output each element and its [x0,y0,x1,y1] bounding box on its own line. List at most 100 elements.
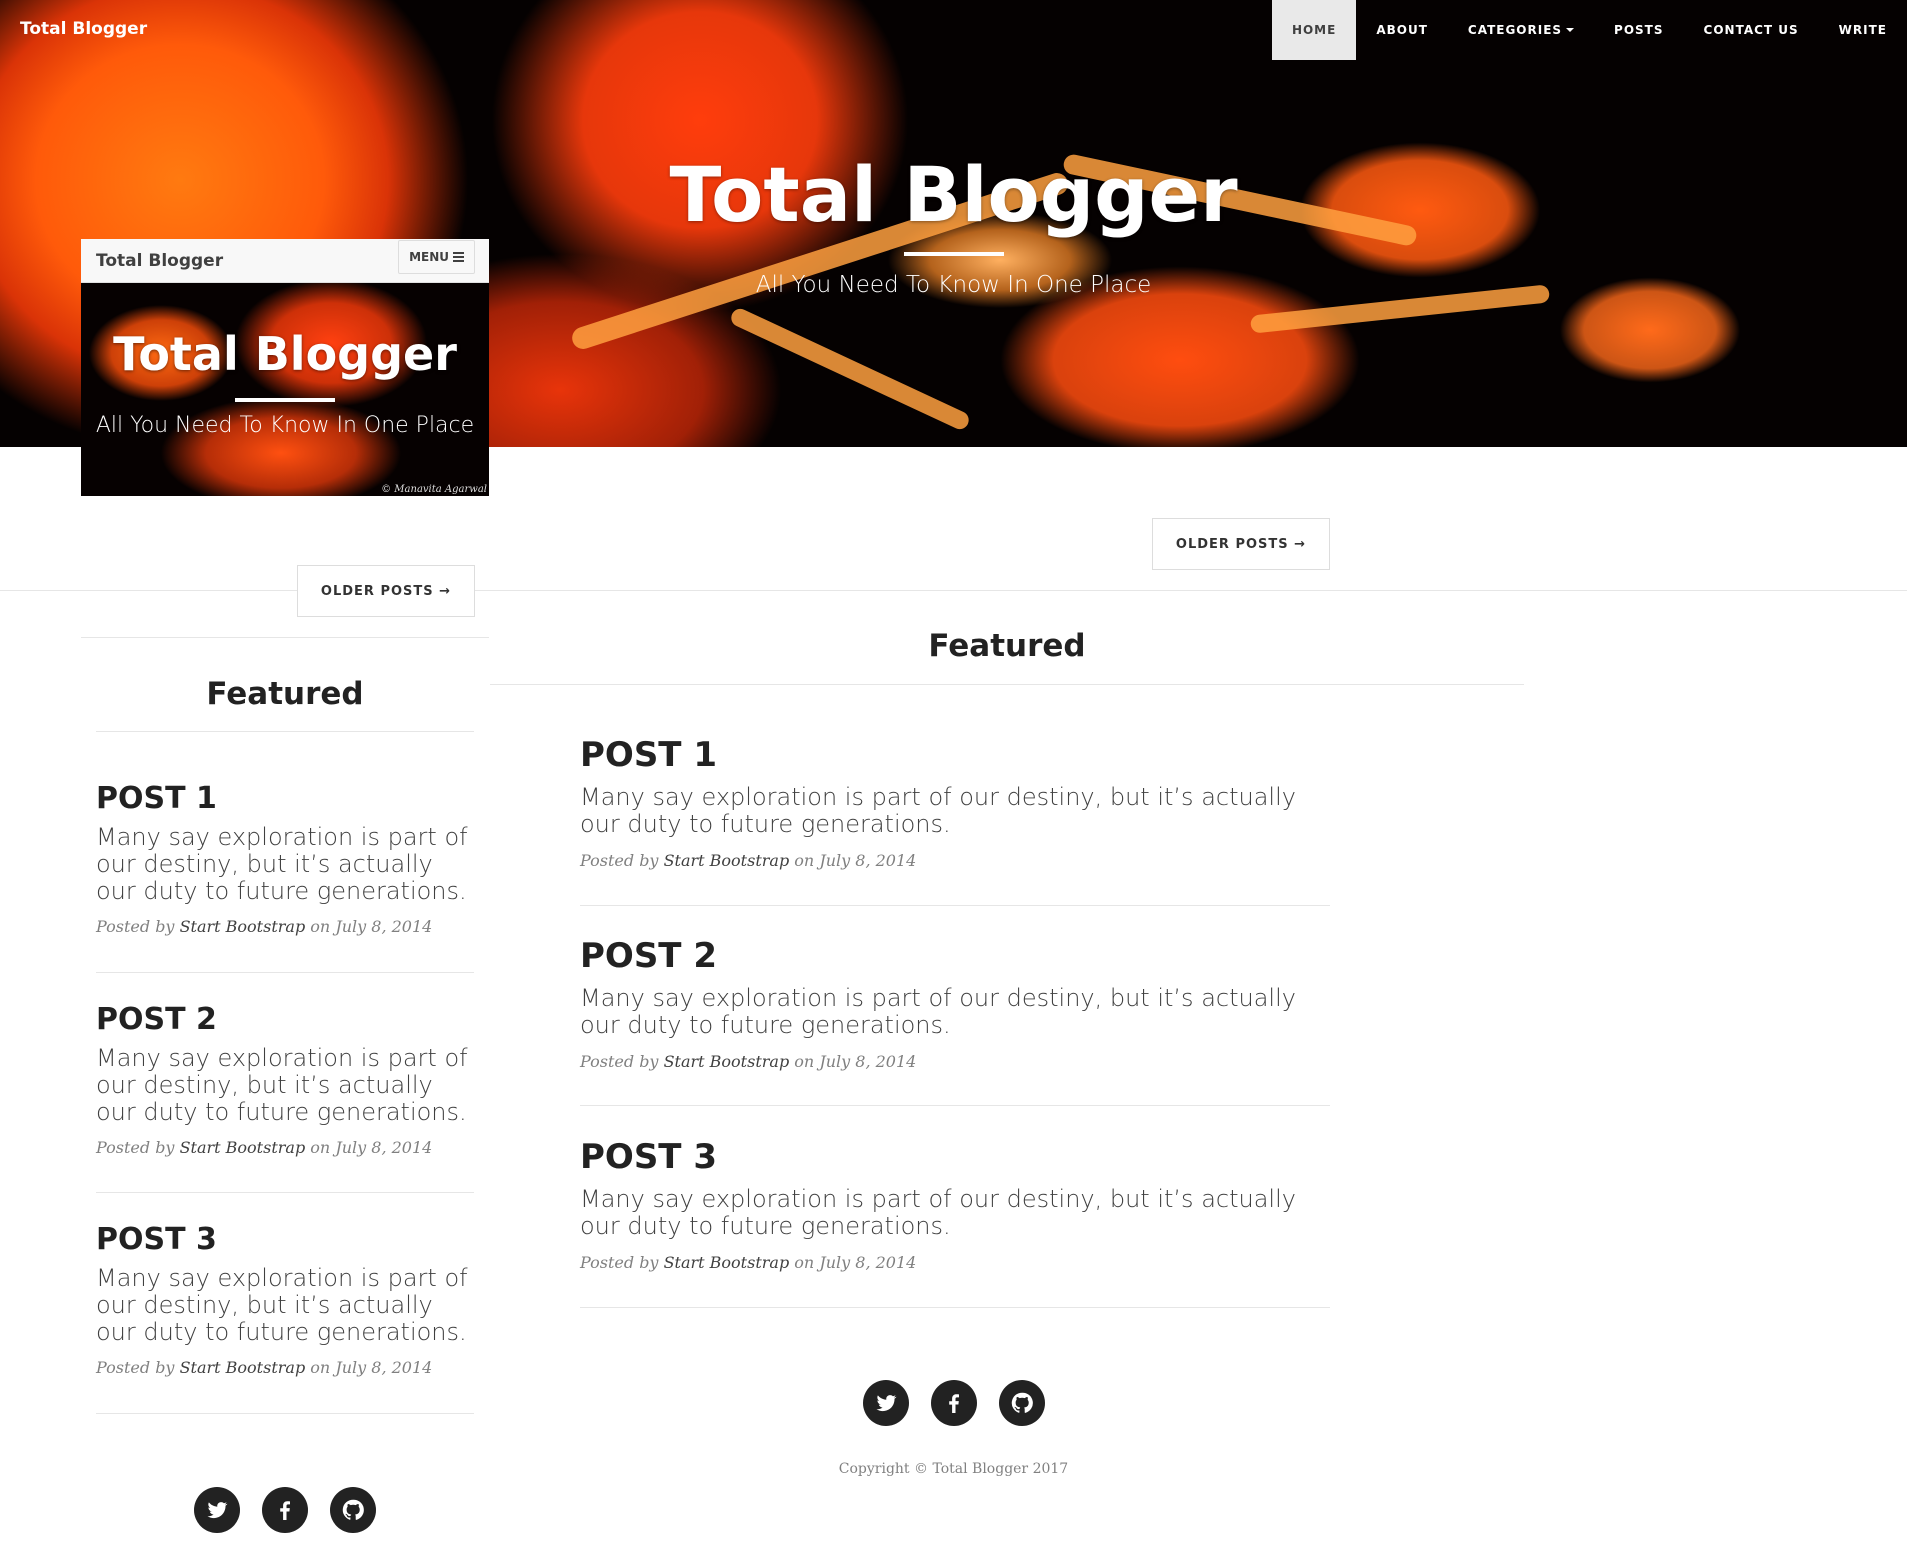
mobile-menu-button[interactable]: MENU [398,240,475,274]
mobile-heading-divider [235,398,335,402]
mobile-social-links [194,1487,376,1533]
post-date: July 8, 2014 [819,1253,917,1272]
mobile-navbar-brand[interactable]: Total Blogger [96,251,223,271]
post-divider [580,905,1330,906]
post-author-link[interactable]: Start Bootstrap [180,1358,306,1377]
post-title[interactable]: POST 3 [580,1137,1330,1177]
post-date: July 8, 2014 [819,851,917,870]
mobile-preview-hero: Total Blogger All You Need To Know In On… [81,283,489,496]
mobile-post-title[interactable]: POST 1 [96,782,476,816]
mobile-post-excerpt[interactable]: Many say exploration is part of our dest… [96,1045,476,1126]
mobile-post-divider [96,972,474,973]
mobile-post-meta: Posted by Start Bootstrap on July 8, 201… [96,1358,476,1377]
nav-item-categories-label: CATEGORIES [1467,23,1563,37]
mobile-site-heading: Total Blogger [113,327,457,381]
hero-decoration [728,305,972,433]
mobile-menu-label: MENU [409,250,449,264]
mobile-pager-divider [81,637,489,638]
hamburger-icon [453,252,464,262]
nav-item-about[interactable]: ABOUT [1356,0,1448,60]
mobile-post-meta: Posted by Start Bootstrap on July 8, 201… [96,917,476,936]
twitter-link[interactable] [863,1380,909,1426]
nav-item-contact-us[interactable]: CONTACT US [1684,0,1819,60]
mobile-post-meta: Posted by Start Bootstrap on July 8, 201… [96,1138,476,1157]
featured-heading: Featured [928,628,1086,664]
nav-item-home[interactable]: HOME [1271,0,1357,60]
twitter-icon [207,1502,228,1519]
mobile-preview-navbar: Total Blogger MENU [81,239,489,283]
post-author-link[interactable]: Start Bootstrap [664,1253,790,1272]
site-heading: Total Blogger [669,150,1238,239]
copyright-text: Copyright © Total Blogger 2017 [838,1461,1069,1477]
twitter-link[interactable] [194,1487,240,1533]
navbar-brand[interactable]: Total Blogger [20,19,147,39]
post-author-link[interactable]: Start Bootstrap [180,1138,306,1157]
mobile-post-title[interactable]: POST 2 [96,1003,476,1037]
post-author-link[interactable]: Start Bootstrap [664,851,790,870]
nav-links: HOME ABOUT CATEGORIES POSTS CONTACT US W… [1271,0,1907,60]
post-meta-prefix: Posted by [580,1052,659,1071]
post-title[interactable]: POST 2 [580,936,1330,976]
post-date: July 8, 2014 [819,1052,917,1071]
mobile-featured-divider [96,731,474,732]
post-author-link[interactable]: Start Bootstrap [664,1052,790,1071]
post-meta-prefix: Posted by [96,917,175,936]
post-author-link[interactable]: Start Bootstrap [180,917,306,936]
mobile-post-divider [96,1192,474,1193]
nav-item-write[interactable]: WRITE [1819,0,1907,60]
github-icon [1011,1392,1033,1413]
post-meta-prefix: Posted by [580,1253,659,1272]
post-preview[interactable]: POST 2 Many say exploration is part of o… [580,936,1330,1106]
nav-item-posts[interactable]: POSTS [1594,0,1683,60]
mobile-post-excerpt[interactable]: Many say exploration is part of our dest… [96,1265,476,1346]
post-preview[interactable]: POST 1 Many say exploration is part of o… [580,735,1330,906]
post-meta-on: on [310,1138,331,1157]
mobile-site-subheading: All You Need To Know In One Place [95,413,475,438]
post-meta-on: on [794,1253,815,1272]
post-title[interactable]: POST 1 [580,735,1330,775]
mobile-post-preview[interactable]: POST 2 Many say exploration is part of o… [96,1003,476,1193]
post-date: July 8, 2014 [335,1138,433,1157]
github-icon [342,1499,364,1520]
facebook-icon [949,1394,959,1413]
post-meta-prefix: Posted by [96,1358,175,1377]
post-meta-on: on [794,1052,815,1071]
facebook-icon [280,1501,290,1520]
post-preview[interactable]: POST 3 Many say exploration is part of o… [580,1137,1330,1308]
mobile-older-posts-button[interactable]: OLDER POSTS → [297,565,475,617]
post-meta: Posted by Start Bootstrap on July 8, 201… [580,1052,1330,1071]
pager-divider [0,590,1907,591]
post-excerpt[interactable]: Many say exploration is part of our dest… [580,1186,1330,1240]
github-link[interactable] [330,1487,376,1533]
github-link[interactable] [999,1380,1045,1426]
facebook-link[interactable] [262,1487,308,1533]
top-navbar: Total Blogger HOME ABOUT CATEGORIES POST… [0,0,1907,60]
post-excerpt[interactable]: Many say exploration is part of our dest… [580,784,1330,838]
mobile-post-title[interactable]: POST 3 [96,1223,476,1257]
mobile-featured-heading: Featured [206,676,364,712]
mobile-post-divider [96,1413,474,1414]
post-divider [580,1307,1330,1308]
post-date: July 8, 2014 [335,1358,433,1377]
mobile-post-excerpt[interactable]: Many say exploration is part of our dest… [96,824,476,905]
post-meta-prefix: Posted by [580,851,659,870]
post-meta-on: on [310,1358,331,1377]
heading-divider [904,252,1004,256]
social-links [863,1380,1045,1426]
caret-down-icon [1566,28,1575,32]
facebook-link[interactable] [931,1380,977,1426]
post-meta-on: on [310,917,331,936]
post-meta-prefix: Posted by [96,1138,175,1157]
photo-credit: © Manavita Agarwal [381,484,487,495]
older-posts-button[interactable]: OLDER POSTS → [1152,518,1330,570]
twitter-icon [876,1395,897,1412]
post-excerpt[interactable]: Many say exploration is part of our dest… [580,985,1330,1039]
post-date: July 8, 2014 [335,917,433,936]
post-meta: Posted by Start Bootstrap on July 8, 201… [580,1253,1330,1272]
post-meta: Posted by Start Bootstrap on July 8, 201… [580,851,1330,870]
mobile-post-preview[interactable]: POST 1 Many say exploration is part of o… [96,782,476,973]
mobile-post-preview[interactable]: POST 3 Many say exploration is part of o… [96,1223,476,1414]
post-meta-on: on [794,851,815,870]
featured-divider [490,684,1524,685]
nav-item-categories[interactable]: CATEGORIES [1448,0,1594,60]
